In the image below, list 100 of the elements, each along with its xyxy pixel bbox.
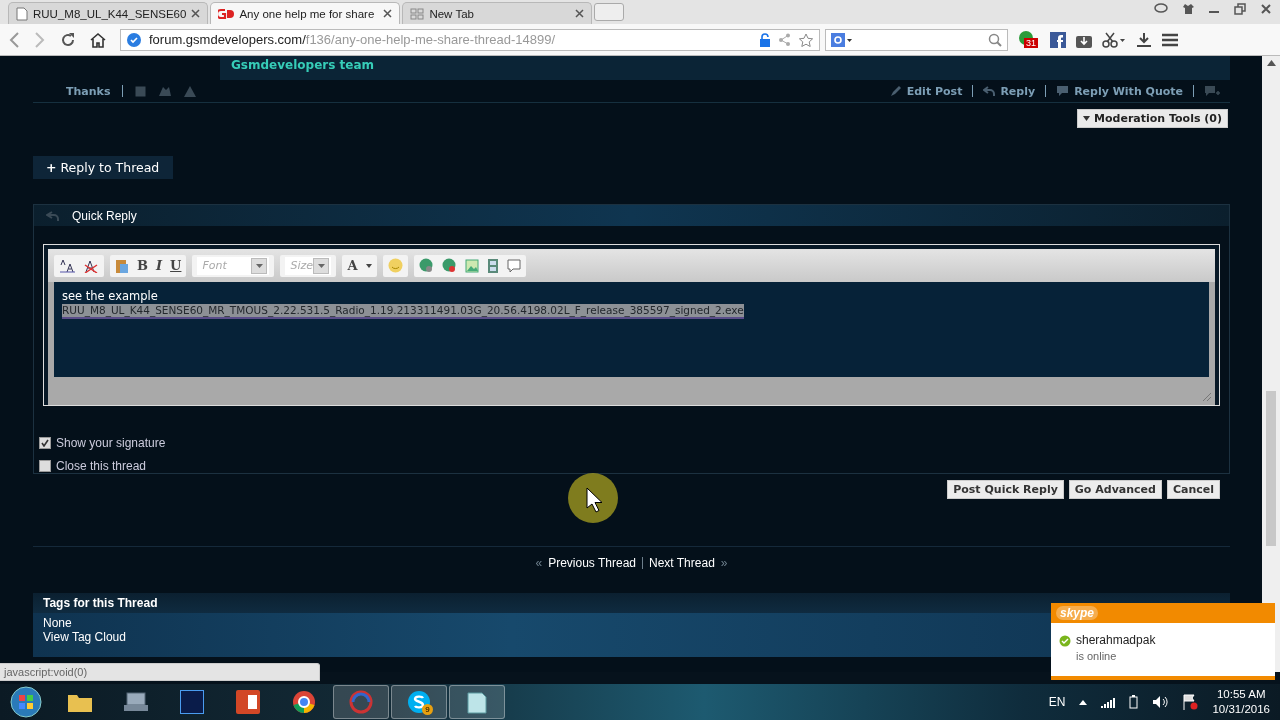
notification-badge: 9 [422,704,433,715]
scissors-icon[interactable] [1102,31,1126,48]
search-icon[interactable] [988,32,1002,47]
close-icon[interactable] [383,9,393,18]
scrollbar-thumb[interactable] [1266,391,1276,546]
grid-icon [410,7,425,20]
download-icon[interactable] [1136,31,1152,48]
checkbox[interactable] [39,437,51,449]
browser-tab[interactable]: RUU_M8_UL_K44_SENSE60 [8,2,209,24]
double-arrow-glyph: » [720,556,728,570]
edit-post-link[interactable]: Edit Post [889,84,963,98]
go-advanced-button[interactable]: Go Advanced [1068,480,1162,499]
post-quick-reply-button[interactable]: Post Quick Reply [947,480,1064,499]
caret-icon [365,263,372,268]
resize-grip-icon[interactable] [1203,393,1211,401]
signature-text: Gsmdevelopers team [231,58,374,72]
moderation-tools-button[interactable]: Moderation Tools (0) [1077,109,1228,128]
reply-with-quote-link[interactable]: Reply With Quote [1056,84,1183,98]
reply-arrow-icon [46,209,60,222]
reply-link[interactable]: Reply [983,84,1036,98]
menu-icon[interactable] [1162,32,1178,47]
format-button[interactable]: U [170,258,182,273]
image-icon[interactable] [464,258,479,273]
online-status-icon [1059,635,1071,647]
facebook-icon[interactable] [1050,31,1066,48]
presentation-icon [236,690,260,714]
reply-arrow-icon [983,85,996,97]
double-arrow-glyph: « [535,556,543,570]
paste-icon[interactable] [115,257,129,274]
url-text: forum.gsmdevelopers.com/f136/any-one-help-me-share-thread-14899/ [149,32,557,47]
checkbox[interactable] [39,460,51,472]
verified-icon [127,32,141,47]
chat-icon[interactable] [1154,3,1168,15]
font-size-icon[interactable] [59,258,75,273]
unlink-globe-icon[interactable] [441,258,457,273]
remove-format-icon[interactable] [83,258,99,273]
search-engine-icon[interactable] [831,32,853,47]
quote-icon [1056,85,1070,97]
thanks-link[interactable]: Thanks [66,84,111,98]
swirl-icon [349,690,373,714]
cancel-button[interactable]: Cancel [1166,480,1220,499]
home-icon[interactable] [90,31,106,48]
format-button[interactable]: B [137,258,148,273]
cursor-highlight-drawing [567,472,619,524]
reload-icon[interactable] [60,31,76,48]
checkbox-label: Show your signature [56,436,166,450]
tag-cloud-link[interactable]: View Tag Cloud [43,630,126,644]
quick-reply-title: Quick Reply [72,208,137,223]
taskbar-app[interactable] [449,685,505,719]
address-bar[interactable]: forum.gsmdevelopers.com/f136/any-one-help-me-share-thread-14899/ [120,28,820,51]
shirt-icon[interactable] [1182,3,1194,15]
tag-text: None [43,616,72,630]
volume-icon[interactable] [1152,695,1169,709]
close-icon[interactable] [575,9,585,18]
status-url: javascript:void(0) [4,666,88,678]
star-icon[interactable] [799,32,813,47]
taskbar-app[interactable]: 9 [391,685,447,719]
search-field[interactable] [825,28,1008,51]
browser-tab[interactable]: Any one help me for share [210,2,401,24]
checkbox-label: Close this thread [56,459,147,473]
skype-logo: skype [1056,606,1099,620]
browser-icon [292,690,316,714]
previous-thread-link[interactable]: Previous Thread [548,556,636,570]
scrollbar[interactable] [1262,56,1280,672]
language-indicator[interactable]: EN [1048,695,1066,709]
caret-up-icon[interactable] [1079,699,1088,705]
scroll-up-icon[interactable] [1266,60,1276,66]
notepad-icon [466,690,488,714]
restore-icon[interactable] [1234,3,1246,15]
pencil-icon [889,85,902,97]
battery-icon[interactable] [1129,695,1139,709]
contact-name: sherahmadpak [1076,633,1156,647]
selected-text: RUU_M8_UL_K44_SENSE60_MR_TMOUS_2.22.531.5_Radio_1.19.213311491.03G_20.56.4198.02L_F_release_385597_signed_2.exe [62,304,744,319]
signal-icon[interactable] [1101,696,1116,708]
lock-icon[interactable] [760,32,770,47]
caret-icon [255,263,263,268]
browser-tab[interactable]: New Tab [402,2,593,24]
message-textarea[interactable]: see the example RUU_M8_UL_K44_SENSE60_MR_TMOUS_2.22.531.5_Radio_1.19.213311491.03G_20.56.4198.02L_F_release_385597_signed_2.exe [54,282,1209,377]
film-icon[interactable] [486,258,499,273]
format-button[interactable]: I [156,258,163,273]
clock[interactable]: 10:55 AM 10/31/2016 [1212,687,1270,717]
start-button[interactable] [10,686,42,718]
link-globe-icon[interactable] [418,258,434,273]
reply-to-thread-button[interactable]: + Reply to Thread [33,156,174,179]
next-thread-link[interactable]: Next Thread [649,556,715,570]
tags-title: Tags for this Thread [43,596,158,610]
back-icon[interactable] [8,31,20,48]
flag-icon[interactable] [1182,694,1199,710]
message-text: see the example [62,289,158,304]
chat-app-icon [407,690,431,714]
photo-editor-icon [180,690,204,714]
site-logo-icon [218,7,235,20]
close-icon[interactable] [191,9,201,18]
document-icon [16,6,28,21]
contact-status: is online [1076,650,1118,662]
caret-icon [1083,116,1091,121]
check-icon [41,439,49,447]
close-icon[interactable] [1260,3,1272,15]
quote-bubble-icon[interactable] [506,258,521,273]
notification-badge: 31 [1024,37,1038,48]
